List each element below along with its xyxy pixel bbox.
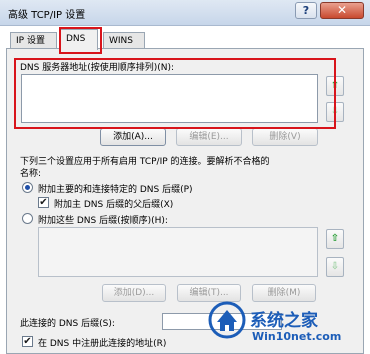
connection-suffix-label: 此连接的 DNS 后缀(S): — [20, 319, 115, 329]
append-these-label: 附加这些 DNS 后缀(按顺序)(H): — [38, 216, 168, 226]
dns-server-delete-button[interactable]: 删除(V) — [252, 128, 318, 146]
register-address-label: 在 DNS 中注册此连接的地址(R) — [38, 339, 167, 349]
suffix-add-button[interactable]: 添加(D)... — [102, 284, 166, 302]
watermark-brand: 系统之家 — [250, 311, 318, 331]
suffix-move-down-button[interactable]: ⇩ — [326, 257, 344, 277]
tab-wins[interactable]: WINS — [103, 32, 145, 49]
tab-highlight-box — [59, 27, 102, 54]
dns-servers-highlight-box — [14, 58, 336, 129]
suffix-delete-button[interactable]: 删除(M) — [252, 284, 316, 302]
help-button[interactable]: ? — [295, 2, 317, 19]
resolution-intro-line2: 名称: — [20, 169, 42, 179]
append-parent-checkbox[interactable]: ✔ — [38, 197, 49, 208]
append-parent-label: 附加主 DNS 后缀的父后缀(X) — [54, 200, 174, 210]
register-address-checkbox[interactable]: ✔ — [22, 336, 33, 347]
watermark-url: Win10net.com — [252, 330, 342, 343]
tab-ip-settings[interactable]: IP 设置 — [10, 32, 57, 49]
resolution-intro-line1: 下列三个设置应用于所有启用 TCP/IP 的连接。要解析不合格的 — [20, 157, 270, 167]
window-title: 高级 TCP/IP 设置 — [8, 10, 86, 21]
append-primary-radio[interactable] — [22, 182, 33, 193]
dns-server-add-button[interactable]: 添加(A)... — [100, 128, 166, 146]
watermark-logo-icon — [207, 300, 247, 340]
close-button[interactable]: ✕ — [320, 2, 364, 19]
dns-server-edit-button[interactable]: 编辑(E)... — [176, 128, 242, 146]
append-these-radio[interactable] — [22, 213, 33, 224]
append-primary-label: 附加主要的和连接特定的 DNS 后缀(P) — [38, 185, 193, 195]
dns-suffix-list[interactable] — [38, 227, 318, 277]
suffix-move-up-button[interactable]: ⇧ — [326, 229, 344, 249]
